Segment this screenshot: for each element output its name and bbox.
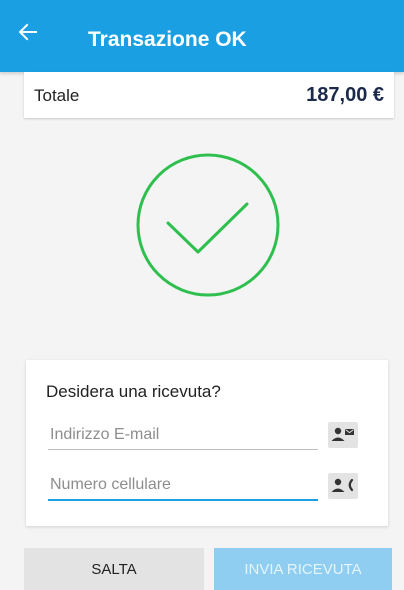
app-screen: Transazione OK Totale 187,00 € Desidera …: [0, 0, 404, 590]
page-title: Transazione OK: [88, 28, 247, 51]
total-card: Totale 187,00 €: [24, 72, 394, 118]
checkmark-circle-icon: [136, 153, 280, 297]
total-label: Totale: [34, 86, 80, 105]
phone-contact-button[interactable]: [328, 473, 358, 499]
back-button[interactable]: [18, 22, 58, 62]
phone-field[interactable]: [48, 471, 318, 501]
contact-phone-icon: [328, 473, 358, 499]
email-contact-button[interactable]: [328, 422, 358, 448]
receipt-card: Desidera una ricevuta?: [26, 360, 388, 526]
contact-email-icon: [328, 422, 358, 448]
skip-button[interactable]: SALTA: [24, 548, 204, 590]
app-bar: Transazione OK: [0, 0, 404, 72]
total-amount: 187,00 €: [306, 84, 384, 106]
arrow-left-icon: [18, 22, 58, 42]
send-receipt-button[interactable]: INVIA RICEVUTA: [214, 548, 392, 590]
email-field[interactable]: [48, 420, 318, 450]
receipt-question: Desidera una ricevuta?: [46, 382, 221, 401]
